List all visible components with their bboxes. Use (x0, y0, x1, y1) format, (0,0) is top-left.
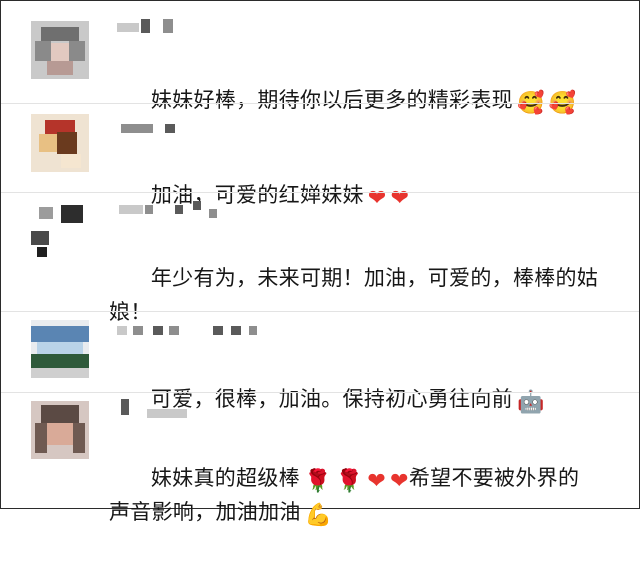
username-blurred[interactable] (109, 399, 279, 419)
red-heart-icon: ❤ (390, 469, 409, 494)
comment-item: 可爱，很棒，加油。保持初心勇往向前 🤖 (1, 312, 639, 414)
avatar[interactable] (31, 21, 89, 79)
avatar[interactable] (31, 114, 89, 172)
avatar[interactable] (31, 201, 89, 259)
red-heart-icon: ❤ (367, 469, 387, 494)
comment-list: 妹妹好棒，期待你以后更多的精彩表现 🥰 🥰 加油，可爱的红婵妹妹 ❤ ❤ 年少有… (0, 0, 640, 527)
username-blurred[interactable] (109, 17, 279, 37)
username-blurred[interactable] (109, 118, 279, 138)
flexed-biceps-icon: 💪 (304, 503, 333, 528)
avatar[interactable] (31, 320, 89, 378)
comment-text: 妹妹真的超级棒 🌹 🌹 ❤ ❤希望不要被外界的 声音影响，加油加油 💪 (109, 466, 580, 528)
comment-item: 加油，可爱的红婵妹妹 ❤ ❤ (1, 104, 639, 210)
comment-item: 妹妹真的超级棒 🌹 🌹 ❤ ❤希望不要被外界的 声音影响，加油加油 💪 (1, 393, 639, 527)
rose-icon: 🌹 (335, 469, 364, 494)
comment-item: 年少有为，未来可期！加油，可爱的，棒棒的姑 娘！ (1, 193, 639, 324)
avatar[interactable] (31, 401, 89, 459)
username-blurred[interactable] (109, 320, 279, 340)
rose-icon: 🌹 (303, 469, 332, 494)
comment-item: 妹妹好棒，期待你以后更多的精彩表现 🥰 🥰 (1, 1, 639, 115)
username-blurred[interactable] (109, 199, 279, 219)
